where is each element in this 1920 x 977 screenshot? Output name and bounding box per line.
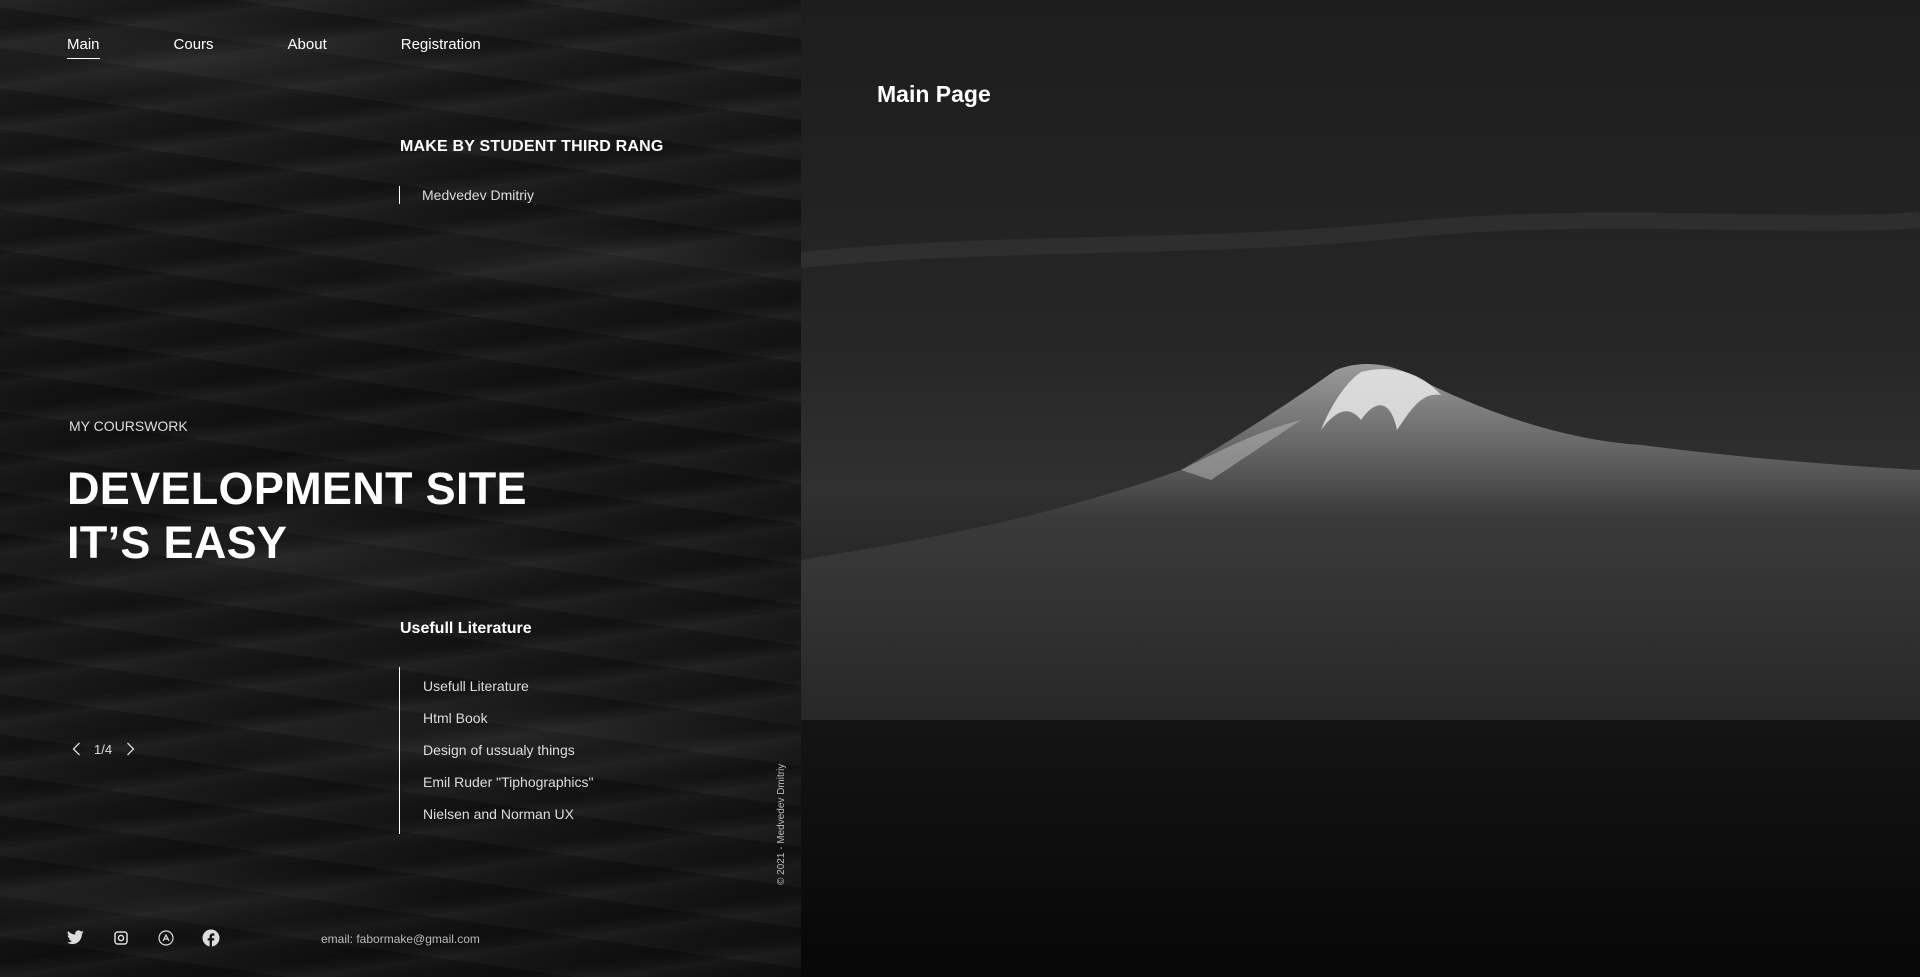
hero-line-2: IT’S EASY	[67, 517, 288, 568]
credits-author: Medvedev Dmitriy	[399, 186, 534, 204]
app-store-icon[interactable]	[156, 928, 175, 947]
nav-registration[interactable]: Registration	[401, 36, 481, 59]
chevron-left-icon[interactable]	[68, 739, 84, 759]
nav-main[interactable]: Main	[67, 36, 100, 59]
nav-cours[interactable]: Cours	[174, 36, 214, 59]
chevron-right-icon[interactable]	[122, 739, 138, 759]
hero-eyebrow: MY COURSWORK	[69, 418, 188, 434]
hero-line-1: DEVELOPMENT SITE	[67, 463, 527, 514]
twitter-icon[interactable]	[66, 928, 85, 947]
pager-counter: 1/4	[94, 741, 113, 757]
credits-title: MAKE BY STUDENT THIRD RANG	[400, 138, 664, 155]
main-nav: Main Cours About Registration	[67, 36, 481, 59]
literature-item[interactable]: Emil Ruder "Tiphographics"	[423, 766, 594, 798]
literature-item[interactable]: Usefull Literature	[423, 670, 594, 702]
copyright: © 2021 - Medvedev Dmitriy	[776, 763, 787, 885]
nav-about[interactable]: About	[288, 36, 327, 59]
literature-item[interactable]: Nielsen and Norman UX	[423, 798, 594, 830]
right-panel: Main Page	[801, 0, 1920, 977]
literature-item[interactable]: Design of ussualy things	[423, 734, 594, 766]
facebook-icon[interactable]	[201, 928, 220, 947]
literature-item[interactable]: Html Book	[423, 702, 594, 734]
left-panel: Main Cours About Registration MAKE BY ST…	[0, 0, 801, 977]
instagram-icon[interactable]	[111, 928, 130, 947]
mountain-image	[801, 212, 1920, 977]
hero-heading: DEVELOPMENT SITE IT’S EASY	[67, 462, 527, 570]
contact-email[interactable]: email: fabormake@gmail.com	[321, 932, 480, 946]
literature-list: Usefull Literature Html Book Design of u…	[399, 667, 594, 834]
slide-pager: 1/4	[68, 739, 138, 759]
literature-title: Usefull Literature	[400, 620, 532, 637]
social-links	[66, 928, 220, 947]
page-title: Main Page	[877, 81, 991, 107]
